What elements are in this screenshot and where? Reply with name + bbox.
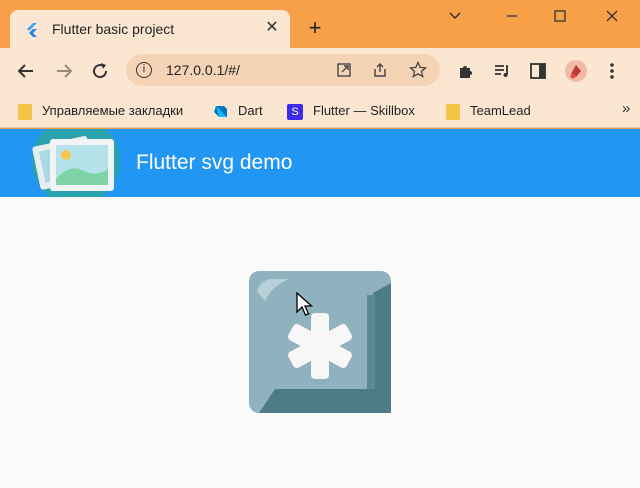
bookmark-managed[interactable]: Управляемые закладки xyxy=(18,102,183,120)
minimize-icon[interactable] xyxy=(497,8,527,28)
folder-icon xyxy=(18,103,32,120)
bookmarks-bar: Управляемые закладки Dart S Flutter — Ski… xyxy=(0,94,640,128)
mouse-cursor-icon xyxy=(296,292,314,316)
browser-toolbar: i 127.0.0.1/#/ xyxy=(0,48,640,94)
bookmark-star-icon[interactable] xyxy=(408,60,428,80)
browser-tab[interactable]: Flutter basic project ✕ xyxy=(10,10,290,48)
back-arrow-icon[interactable] xyxy=(14,59,38,83)
bookmark-label: Dart xyxy=(238,103,263,118)
extensions-puzzle-icon[interactable] xyxy=(454,59,478,83)
bookmark-skillbox[interactable]: S Flutter — Skillbox xyxy=(287,102,415,120)
app-title: Flutter svg demo xyxy=(136,151,293,174)
app-content xyxy=(0,197,640,488)
bookmark-label: Управляемые закладки xyxy=(42,103,184,118)
flutter-favicon-icon xyxy=(27,23,37,37)
maximize-icon[interactable] xyxy=(545,8,575,28)
site-info-icon[interactable]: i xyxy=(136,62,152,78)
address-bar[interactable]: i 127.0.0.1/#/ xyxy=(126,54,440,86)
forward-arrow-icon[interactable] xyxy=(52,59,76,83)
open-in-app-icon[interactable] xyxy=(334,60,354,80)
browser-menu-icon[interactable] xyxy=(600,59,624,83)
bookmark-dart[interactable]: Dart xyxy=(212,102,263,120)
media-control-icon[interactable] xyxy=(490,59,514,83)
tab-close-icon[interactable]: ✕ xyxy=(262,18,282,38)
bookmark-label: Flutter — Skillbox xyxy=(313,103,415,118)
gallery-image-icon xyxy=(32,129,120,197)
profile-avatar-icon[interactable] xyxy=(564,59,588,83)
bookmark-label: TeamLead xyxy=(470,103,531,118)
browser-titlebar: Flutter basic project ✕ + xyxy=(0,0,640,48)
skillbox-logo-icon: S xyxy=(287,103,303,120)
asterisk-key-icon xyxy=(249,271,391,413)
app-bar: Flutter svg demo xyxy=(0,129,640,197)
bookmark-teamlead[interactable]: TeamLead xyxy=(446,102,531,120)
reload-icon[interactable] xyxy=(88,59,112,83)
new-tab-icon[interactable]: + xyxy=(304,17,326,40)
tab-search-chevron-icon[interactable] xyxy=(440,8,470,28)
more-bookmarks-icon[interactable]: » xyxy=(622,100,630,117)
folder-icon xyxy=(446,103,460,120)
side-panel-icon[interactable] xyxy=(526,59,550,83)
close-window-icon[interactable] xyxy=(597,8,627,28)
share-icon[interactable] xyxy=(370,60,390,80)
dart-logo-icon xyxy=(214,105,227,117)
tab-title: Flutter basic project xyxy=(52,21,175,37)
address-url[interactable]: 127.0.0.1/#/ xyxy=(166,62,240,78)
